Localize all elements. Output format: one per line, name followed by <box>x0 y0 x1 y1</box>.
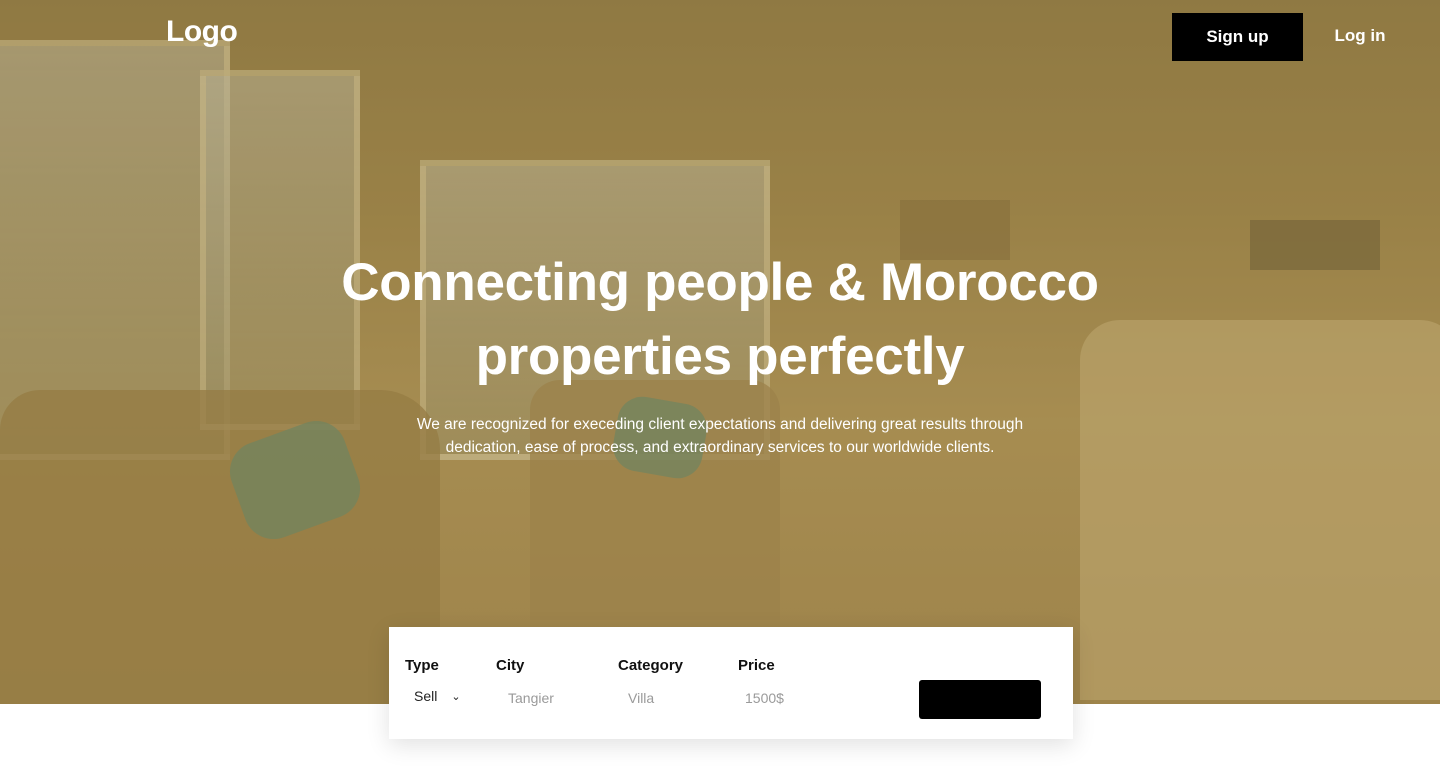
chevron-down-icon: ⌄ <box>451 691 461 703</box>
hero-headline-line-1: Connecting people & Morocco <box>341 253 1099 312</box>
price-input[interactable]: 1500$ <box>745 690 784 706</box>
type-select-value: Sell <box>414 688 438 704</box>
log-in-link[interactable]: Log in <box>1320 26 1400 46</box>
category-label: Category <box>618 657 684 674</box>
city-label: City <box>496 657 525 674</box>
category-input[interactable]: Villa <box>628 690 654 706</box>
hero-headline-line-2: properties perfectly <box>475 327 965 386</box>
logo[interactable]: Logo <box>166 15 238 49</box>
city-input[interactable]: Tangier <box>508 690 554 706</box>
price-label: Price <box>738 657 775 674</box>
hero-subheading-line-1: We are recognized for execeding client e… <box>416 416 1024 433</box>
hero-subheading: We are recognized for execeding client e… <box>370 413 1070 459</box>
type-label: Type <box>405 657 439 674</box>
type-select[interactable]: Sell ⌄ <box>414 688 461 704</box>
hero-headline: Connecting people & Morocco properties p… <box>270 246 1170 394</box>
hero-subheading-line-2: dedication, ease of process, and extraor… <box>445 439 995 456</box>
search-button[interactable] <box>919 680 1041 719</box>
property-search-bar: Type Sell ⌄ City Tangier Category Villa P… <box>389 627 1073 739</box>
sign-up-button[interactable]: Sign up <box>1172 13 1303 61</box>
